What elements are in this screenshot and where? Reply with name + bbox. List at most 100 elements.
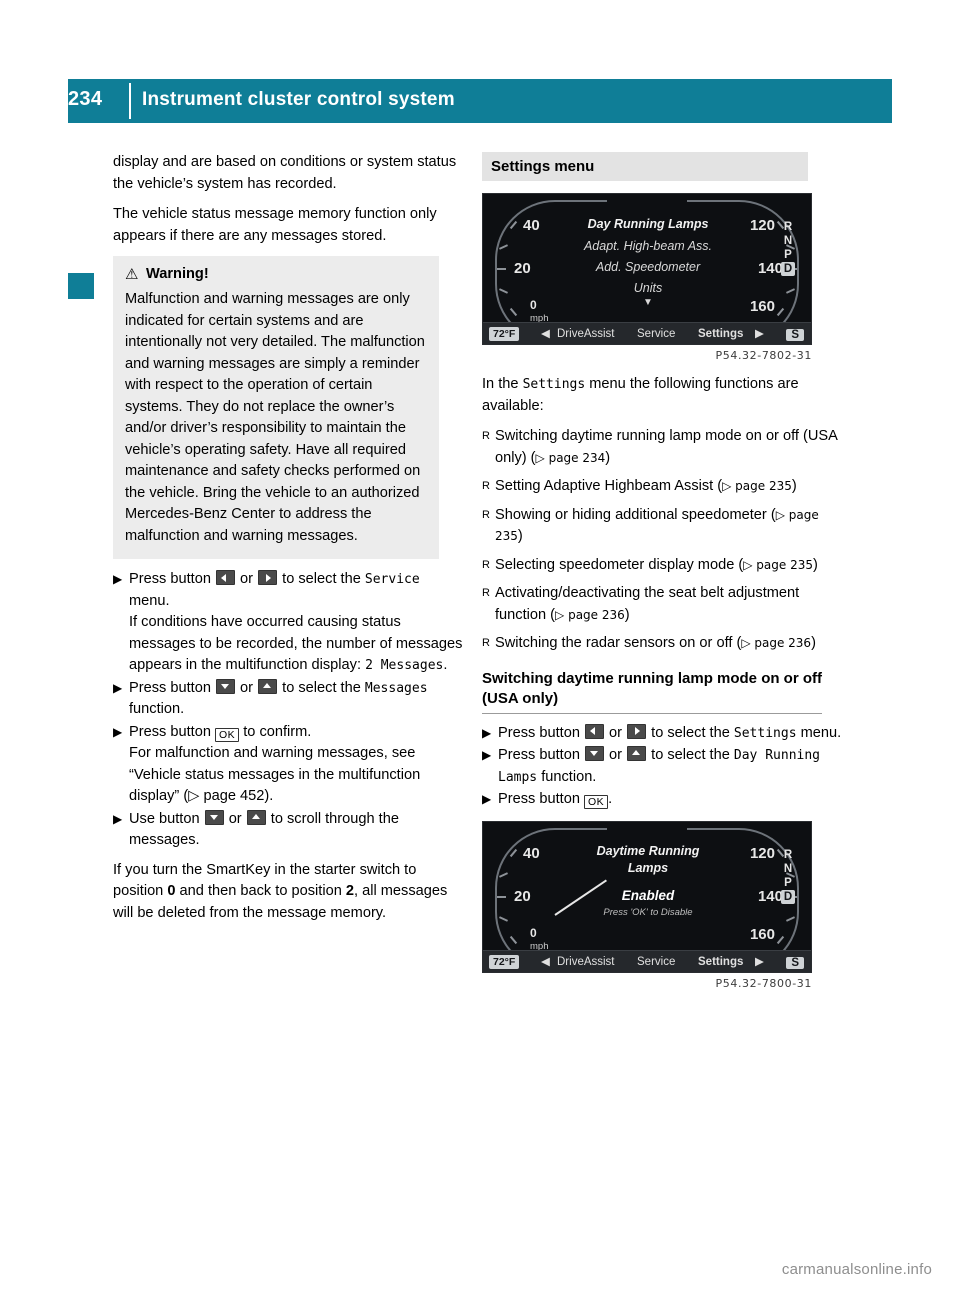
list-item: R Setting Adaptive Highbeam Assist (▷ pa… xyxy=(482,476,842,498)
button-left-icon xyxy=(585,723,604,739)
warning-triangle-icon: ⚠ xyxy=(125,265,139,283)
bullet-body: Setting Adaptive Highbeam Assist ( xyxy=(495,478,723,494)
step-text: Press button or to select the Service me… xyxy=(129,570,463,673)
bullet-body: Activating/deactivating the seat belt ad… xyxy=(495,585,800,623)
bullet-close: ) xyxy=(605,449,611,466)
step-arrow-icon: ▶ xyxy=(482,725,492,740)
speed-tick-40: 40 xyxy=(523,844,540,862)
button-up-icon xyxy=(258,678,278,694)
step-tail: function. xyxy=(129,701,185,717)
intro-paragraph: display and are based on conditions or s… xyxy=(113,154,457,192)
intro-pre: In the xyxy=(482,376,523,392)
page-reference: ▷ page 236 xyxy=(555,607,625,622)
gear-n: N xyxy=(783,235,793,247)
bullet-close: ) xyxy=(812,556,818,573)
bullet-body: Selecting speedometer display mode ( xyxy=(495,556,744,573)
step-tail: function. xyxy=(537,768,597,785)
step-text: Press button or to select the Messages f… xyxy=(129,678,428,717)
step-pre: Press button xyxy=(498,791,584,807)
speed-tick-160: 160 xyxy=(749,298,775,315)
step-text: Press button or to select the Settings m… xyxy=(498,723,842,745)
bullet-body: Switching the radar sensors on or off ( xyxy=(495,635,742,651)
tab-service: Service xyxy=(637,328,676,340)
tab-driveassist: DriveAssist xyxy=(557,955,615,968)
outside-temperature: 72°F xyxy=(489,954,520,969)
step-pre: Press button xyxy=(498,724,584,741)
speed-tick-140: 140 xyxy=(757,260,783,277)
step-post: to select the xyxy=(647,747,734,763)
speed-tick-140: 140 xyxy=(757,887,783,905)
list-item: R Switching the radar sensors on or off … xyxy=(482,633,842,655)
step-item: ▶ Press button or to select the Day Runn… xyxy=(482,745,842,788)
bullet-icon: R xyxy=(482,508,490,521)
page-reference: ▷ page 235 xyxy=(743,557,813,572)
outside-temperature: 72°F xyxy=(489,327,520,341)
sport-mode-badge: S xyxy=(786,956,804,969)
gear-d-selected: D xyxy=(781,262,795,276)
gear-r: R xyxy=(783,848,793,861)
bullet-icon: R xyxy=(482,480,490,492)
list-item: R Selecting speedometer display mode (▷ … xyxy=(482,555,842,577)
warning-body: Malfunction and warning messages are onl… xyxy=(125,291,425,544)
list-item-text: Activating/deactivating the seat belt ad… xyxy=(495,583,842,626)
step-item: ▶ Press button or to select the Settings… xyxy=(482,723,842,745)
speed-tick-20: 20 xyxy=(514,260,531,277)
position-two: 2 xyxy=(345,883,354,899)
menu-name-settings: Settings xyxy=(733,725,797,741)
tab-driveassist: DriveAssist xyxy=(557,328,615,340)
dialog-title-line1: Daytime Running xyxy=(596,843,700,858)
speed-zero: 0 xyxy=(530,298,537,312)
manual-page: 234 Instrument cluster control system Co… xyxy=(0,0,960,1302)
menu-name-messages: Messages xyxy=(364,680,428,696)
step-arrow-icon: ▶ xyxy=(482,792,492,806)
step-pre: Press button xyxy=(498,747,584,763)
tick xyxy=(497,895,506,898)
bullet-close: ) xyxy=(517,528,523,544)
closing-paragraph: If you turn the SmartKey in the starter … xyxy=(113,860,463,925)
tab-settings-active: Settings xyxy=(698,955,744,968)
step-tail: menu. xyxy=(129,592,170,609)
list-item: R Activating/deactivating the seat belt … xyxy=(482,583,842,626)
warning-heading: ⚠ Warning! xyxy=(125,265,427,283)
right-column: Settings menu 40 20 120 140 160 0 mph Da… xyxy=(482,152,842,990)
tab-right-arrow-icon: ▶ xyxy=(755,955,764,968)
list-item: R Switching daytime running lamp mode on… xyxy=(482,426,842,469)
gear-d-selected: D xyxy=(781,889,795,904)
bullet-icon: R xyxy=(482,587,490,599)
step-item: ▶ Press button or to select the Messages… xyxy=(113,678,463,721)
button-down-icon xyxy=(204,809,224,825)
speed-tick-20: 20 xyxy=(514,887,531,905)
speed-tick-120: 120 xyxy=(749,217,775,234)
side-tab-marker xyxy=(68,273,94,299)
bullet-icon: R xyxy=(482,637,490,649)
list-item: R Showing or hiding additional speedomet… xyxy=(482,505,842,548)
menu-name-service: Service xyxy=(364,572,420,587)
bullet-icon: R xyxy=(482,558,490,571)
button-right-icon xyxy=(627,723,647,739)
cluster-image-daytime-running-lamps: 40 20 120 140 160 0 mph Daytime Running … xyxy=(482,820,812,973)
messages-count: 2 Messages xyxy=(365,658,444,673)
button-up-icon xyxy=(246,809,266,825)
tab-settings-active: Settings xyxy=(698,328,744,340)
step-text: Press button OK to confirm. For malfunct… xyxy=(129,723,421,805)
step-post: to select the xyxy=(647,724,734,741)
speed-tick-40: 40 xyxy=(523,217,540,234)
bullet-close: ) xyxy=(791,478,797,494)
gear-indicator: R N P D xyxy=(781,848,795,904)
list-item-text: Selecting speedometer display mode (▷ pa… xyxy=(495,555,842,577)
tab-left-arrow-icon: ◀ xyxy=(541,328,550,340)
menu-name-settings: Settings xyxy=(522,377,586,392)
tab-right-arrow-icon: ▶ xyxy=(755,328,764,340)
step-item: ▶ Press button OK to confirm. For malfun… xyxy=(113,722,463,808)
page-number: 234 xyxy=(68,88,103,110)
figure-caption: P54.32-7802-31 xyxy=(715,349,812,362)
header-divider xyxy=(129,83,131,119)
page-reference: ▷ page 235 xyxy=(722,479,792,493)
tab-service: Service xyxy=(637,955,676,968)
sport-mode-badge: S xyxy=(786,329,804,341)
bullet-body: Showing or hiding additional speedometer… xyxy=(495,506,776,523)
settings-intro: In the Settings menu the following funct… xyxy=(482,374,842,417)
watermark: carmanualsonline.info xyxy=(781,1261,932,1278)
menu-item-adaptive-highbeam: Adapt. High-beam Ass. xyxy=(583,239,713,253)
gear-r: R xyxy=(783,221,793,233)
